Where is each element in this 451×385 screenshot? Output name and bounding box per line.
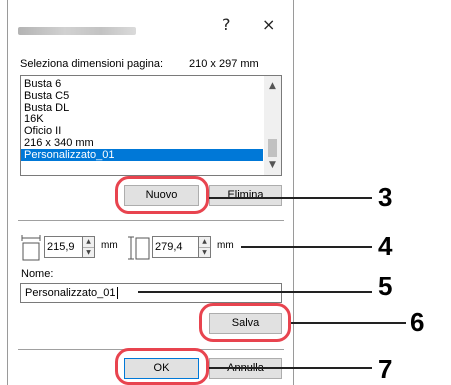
list-scrollbar[interactable]: ▲ ▼ — [264, 76, 281, 175]
list-item[interactable]: Oficio II — [21, 125, 281, 137]
callout-number-6: 6 — [410, 307, 425, 337]
separator — [18, 220, 284, 221]
page-size-dimensions: 210 x 297 mm — [189, 58, 259, 70]
delete-button[interactable]: Elimina — [209, 185, 282, 206]
height-unit: mm — [217, 240, 234, 251]
list-item[interactable]: 216 x 340 mm — [21, 137, 281, 149]
ok-button-highlight — [115, 348, 209, 385]
dialog-title-blurred — [18, 27, 136, 35]
height-field[interactable]: 279,4 — [152, 236, 200, 258]
stepper-down-icon[interactable]: ▼ — [199, 247, 210, 258]
new-button-highlight — [115, 176, 209, 214]
page-size-listbox[interactable]: Busta 6 Busta C5 Busta DL 16K Oficio II … — [20, 75, 282, 176]
list-item[interactable]: Busta 6 — [21, 78, 281, 90]
page-size-label: Seleziona dimensioni pagina: — [20, 58, 164, 70]
callout-line-4 — [241, 246, 372, 248]
list-item[interactable]: Busta C5 — [21, 90, 281, 102]
callout-line-7 — [209, 367, 372, 369]
save-button-highlight — [199, 303, 291, 342]
stepper-up-icon[interactable]: ▲ — [83, 237, 94, 247]
callout-line-5 — [138, 291, 372, 293]
scroll-thumb[interactable] — [268, 139, 277, 157]
callout-line-3 — [209, 197, 372, 199]
list-item[interactable]: Busta DL — [21, 102, 281, 114]
help-button[interactable]: ? — [222, 15, 231, 35]
stepper-up-icon[interactable]: ▲ — [199, 237, 210, 247]
width-stepper[interactable]: ▲ ▼ — [82, 236, 95, 258]
stepper-down-icon[interactable]: ▼ — [83, 247, 94, 258]
name-label: Nome: — [21, 268, 54, 280]
list-item[interactable]: 16K — [21, 113, 281, 125]
height-icon — [128, 236, 150, 260]
scroll-up-icon[interactable]: ▲ — [264, 79, 281, 93]
close-button[interactable]: × — [262, 15, 275, 35]
height-stepper[interactable]: ▲ ▼ — [198, 236, 211, 258]
text-cursor — [116, 287, 118, 299]
name-value: Personalizzato_01 — [25, 287, 116, 299]
scroll-down-icon[interactable]: ▼ — [264, 158, 281, 172]
callout-number-5: 5 — [378, 271, 393, 301]
name-input[interactable]: Personalizzato_01 — [20, 283, 282, 303]
callout-number-4: 4 — [378, 231, 393, 261]
width-unit: mm — [101, 240, 118, 251]
list-item-selected[interactable]: Personalizzato_01 — [21, 148, 263, 161]
callout-number-7: 7 — [378, 354, 393, 384]
callout-number-3: 3 — [378, 182, 393, 212]
callout-line-6 — [291, 322, 406, 324]
dialog-titlebar: ? × — [7, 0, 294, 46]
width-icon — [21, 235, 41, 261]
